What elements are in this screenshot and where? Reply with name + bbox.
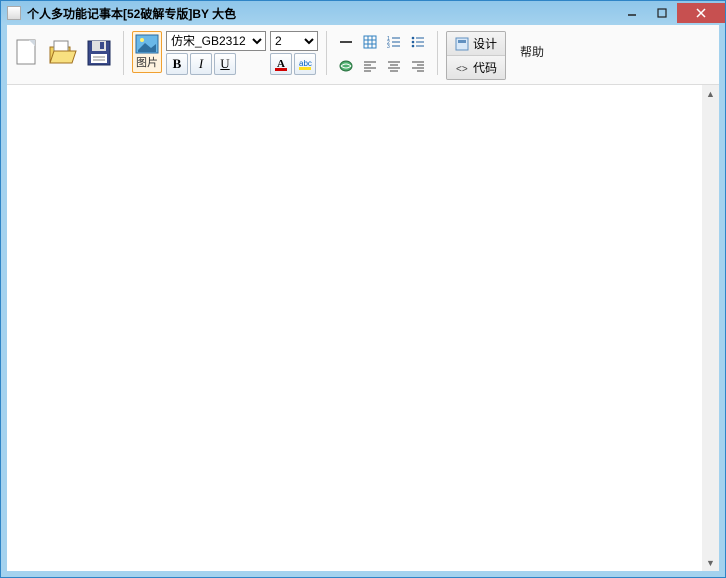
window-controls	[617, 3, 725, 23]
code-icon: <>	[455, 61, 469, 75]
separator	[123, 31, 124, 75]
help-button[interactable]: 帮助	[510, 31, 554, 72]
scroll-up-button[interactable]: ▲	[702, 85, 719, 102]
unordered-list-button[interactable]	[407, 31, 429, 53]
svg-text:abc: abc	[299, 59, 312, 68]
font-family-select[interactable]: 仿宋_GB2312	[166, 31, 266, 51]
save-button[interactable]	[83, 31, 115, 75]
scroll-track[interactable]	[702, 102, 719, 554]
format-group: 1 2 3	[335, 31, 429, 77]
new-file-button[interactable]	[11, 31, 43, 75]
open-file-icon	[48, 37, 78, 69]
save-icon	[85, 38, 113, 68]
bold-button[interactable]: B	[166, 53, 188, 75]
align-left-icon	[362, 58, 378, 74]
highlight-icon: abc	[297, 56, 313, 72]
svg-text:<>: <>	[456, 64, 468, 75]
image-icon	[135, 34, 159, 54]
minimize-button[interactable]	[617, 3, 647, 23]
title-bar[interactable]: 个人多功能记事本[52破解专版]BY 大色	[1, 1, 725, 25]
font-color-button[interactable]: A	[270, 53, 292, 75]
editor-area[interactable]	[7, 85, 702, 571]
align-center-button[interactable]	[383, 55, 405, 77]
design-icon	[455, 37, 469, 51]
hr-button[interactable]	[335, 31, 357, 53]
design-label: 设计	[473, 35, 497, 52]
ordered-list-icon: 1 2 3	[386, 34, 402, 50]
font-group: 仿宋_GB2312 B I U	[166, 31, 266, 75]
maximize-icon	[657, 8, 667, 18]
design-mode-button[interactable]: 设计	[447, 32, 505, 56]
align-right-icon	[410, 58, 426, 74]
link-icon	[338, 58, 354, 74]
app-icon	[7, 6, 21, 20]
app-window: 个人多功能记事本[52破解专版]BY 大色	[0, 0, 726, 578]
align-center-icon	[386, 58, 402, 74]
link-button[interactable]	[335, 55, 357, 77]
code-mode-button[interactable]: <> 代码	[447, 56, 505, 79]
font-color-icon: A	[273, 56, 289, 72]
unordered-list-icon	[410, 34, 426, 50]
toolbar: 图片 仿宋_GB2312 B I U 2	[7, 25, 719, 85]
maximize-button[interactable]	[647, 3, 677, 23]
highlight-color-button[interactable]: abc	[294, 53, 316, 75]
code-label: 代码	[473, 59, 497, 76]
italic-button[interactable]: I	[190, 53, 212, 75]
hr-icon	[338, 34, 354, 50]
align-left-button[interactable]	[359, 55, 381, 77]
svg-text:3: 3	[387, 44, 390, 50]
close-button[interactable]	[677, 3, 725, 23]
table-icon	[362, 34, 378, 50]
separator	[326, 31, 327, 75]
insert-image-button[interactable]: 图片	[132, 31, 162, 73]
separator	[437, 31, 438, 75]
view-mode-group: 设计 <> 代码	[446, 31, 506, 80]
image-label: 图片	[136, 54, 158, 70]
open-file-button[interactable]	[47, 31, 79, 75]
size-color-group: 2 A abc	[270, 31, 318, 75]
new-file-icon	[14, 37, 40, 69]
font-size-select[interactable]: 2	[270, 31, 318, 51]
window-title: 个人多功能记事本[52破解专版]BY 大色	[27, 5, 617, 22]
ordered-list-button[interactable]: 1 2 3	[383, 31, 405, 53]
editor-container: ▲ ▼	[7, 85, 719, 571]
scroll-down-button[interactable]: ▼	[702, 554, 719, 571]
underline-button[interactable]: U	[214, 53, 236, 75]
client-area: 图片 仿宋_GB2312 B I U 2	[1, 25, 725, 577]
help-label: 帮助	[520, 45, 544, 59]
align-right-button[interactable]	[407, 55, 429, 77]
table-button[interactable]	[359, 31, 381, 53]
minimize-icon	[627, 8, 637, 18]
vertical-scrollbar[interactable]: ▲ ▼	[702, 85, 719, 571]
close-icon	[695, 7, 707, 19]
